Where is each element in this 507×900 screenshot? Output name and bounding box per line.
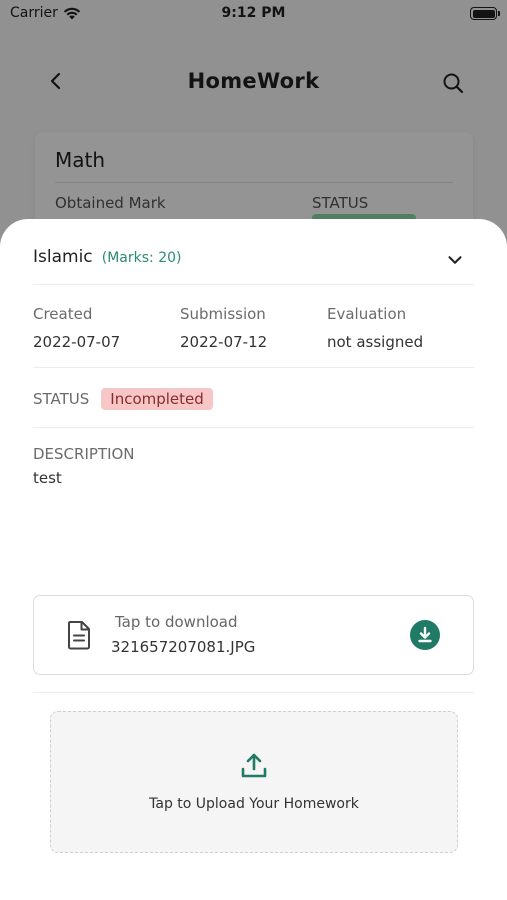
file-icon (68, 621, 90, 650)
attachment-file-name: 321657207081.JPG (111, 638, 256, 656)
upload-icon (241, 753, 267, 778)
evaluation-label: Evaluation (327, 305, 407, 323)
status-label: STATUS (33, 390, 90, 408)
status-row: STATUS Incompleted (33, 387, 213, 411)
upload-homework-button[interactable]: Tap to Upload Your Homework (50, 711, 458, 853)
description-section: DESCRIPTION test (33, 445, 135, 487)
download-label: Tap to download (115, 613, 238, 631)
status-badge: Incompleted (101, 388, 213, 410)
subject-name: Islamic (33, 247, 93, 267)
divider (33, 692, 474, 693)
sheet-header[interactable]: Islamic (Marks: 20) (33, 247, 474, 285)
download-attachment-button[interactable]: Tap to download 321657207081.JPG (33, 595, 474, 675)
evaluation-value: not assigned (327, 333, 424, 351)
description-text: test (33, 469, 62, 487)
submission-label: Submission (180, 305, 266, 323)
submission-value: 2022-07-12 (180, 333, 268, 351)
evaluation-info: Evaluation not assigned (327, 305, 423, 351)
divider (33, 427, 474, 428)
chevron-down-icon[interactable] (444, 249, 466, 271)
divider (33, 284, 474, 285)
homework-detail-sheet: Islamic (Marks: 20) Created 2022-07-07 S… (0, 219, 507, 900)
marks-label: (Marks: 20) (101, 250, 182, 266)
download-icon[interactable] (410, 620, 440, 650)
created-info: Created 2022-07-07 (33, 305, 120, 351)
divider (33, 367, 474, 368)
upload-label: Tap to Upload Your Homework (149, 796, 359, 812)
submission-info: Submission 2022-07-12 (180, 305, 267, 351)
created-label: Created (33, 305, 93, 323)
description-label: DESCRIPTION (33, 445, 135, 463)
created-value: 2022-07-07 (33, 333, 121, 351)
